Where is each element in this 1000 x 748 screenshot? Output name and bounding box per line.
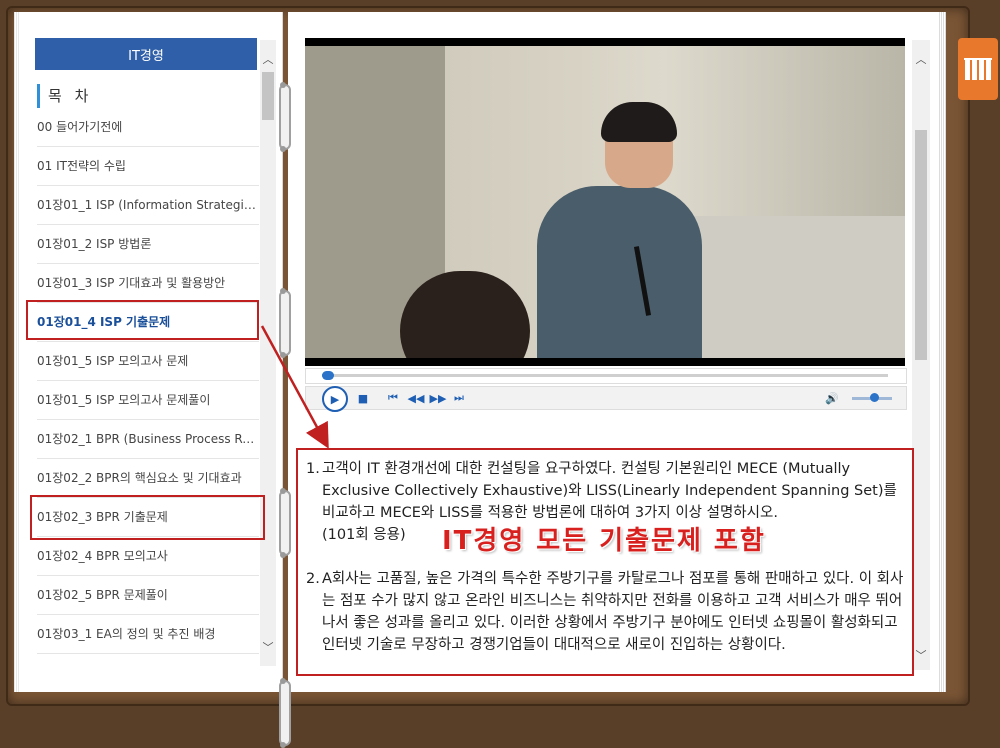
skip-next-icon[interactable]: ⏭ <box>452 389 466 407</box>
binding-ring <box>279 82 291 152</box>
toc-item[interactable]: 01장02_2 BPR의 핵심요소 및 기대효과 <box>37 459 259 498</box>
content-scrollbar[interactable]: ︿ ﹀ <box>912 40 930 670</box>
toc-header[interactable]: IT경영 <box>35 38 257 70</box>
stop-icon[interactable]: ■ <box>356 389 370 407</box>
toc-item[interactable]: 01장01_5 ISP 모의고사 문제풀이 <box>37 381 259 420</box>
fast-forward-icon[interactable]: ▶▶ <box>430 389 447 407</box>
binding-ring <box>279 288 291 358</box>
scroll-up-icon[interactable]: ︿ <box>913 50 929 68</box>
question-item: 2. A회사는 고품질, 높은 가격의 특수한 주방기구를 카탈로그나 점포를 … <box>306 568 906 656</box>
toc-title: 목 차 <box>37 84 92 108</box>
page-edge-right <box>938 12 946 692</box>
highlight-box-isp <box>26 300 259 340</box>
toc-item[interactable]: 01장02_5 BPR 문제풀이 <box>37 576 259 615</box>
scroll-down-icon[interactable]: ﹀ <box>260 638 276 656</box>
question-note-1: (101회 응용) <box>322 527 406 543</box>
video-frame <box>305 46 905 358</box>
question-text-1: 고객이 IT 환경개선에 대한 컨설팅을 요구하였다. 컨설팅 기본원리인 ME… <box>322 461 897 521</box>
toc-item[interactable]: 01장01_5 ISP 모의고사 문제 <box>37 342 259 381</box>
toc-item[interactable]: 00 들어가기전에 <box>37 108 259 147</box>
toc-item[interactable]: 01장03_1 EA의 정의 및 추진 배경 <box>37 615 259 654</box>
lecturer <box>537 186 702 358</box>
video-player[interactable] <box>305 38 905 366</box>
skip-back-icon[interactable]: ⏮ <box>386 389 400 407</box>
question-text: 1. 고객이 IT 환경개선에 대한 컨설팅을 요구하였다. 컨설팅 기본원리인… <box>306 458 906 656</box>
toc-list: 00 들어가기전에 01 IT전략의 수립 01장01_1 ISP (Infor… <box>37 108 259 668</box>
scroll-up-icon[interactable]: ︿ <box>260 50 276 68</box>
highlight-box-bpr <box>30 495 265 540</box>
toc-item[interactable]: 01장02_4 BPR 모의고사 <box>37 537 259 576</box>
binding-ring <box>279 678 291 748</box>
progress-knob[interactable] <box>322 371 334 380</box>
video-progress-bar[interactable] <box>305 368 907 384</box>
rewind-icon[interactable]: ◀◀ <box>408 389 425 407</box>
volume-knob[interactable] <box>870 393 879 402</box>
question-number: 2. <box>306 571 320 587</box>
question-box: 1. 고객이 IT 환경개선에 대한 컨설팅을 요구하였다. 컨설팅 기본원리인… <box>296 448 914 676</box>
scroll-down-icon[interactable]: ﹀ <box>913 646 929 664</box>
library-book-icon[interactable] <box>958 38 998 100</box>
volume-icon[interactable]: 🔊 <box>824 389 840 407</box>
binding-ring <box>279 488 291 558</box>
toc-item[interactable]: 01장01_3 ISP 기대효과 및 활용방안 <box>37 264 259 303</box>
toc-scrollbar[interactable]: ︿ ﹀ <box>260 40 276 666</box>
toc-item[interactable]: 01장01_2 ISP 방법론 <box>37 225 259 264</box>
book-binding <box>279 12 291 748</box>
content-scroll-thumb[interactable] <box>915 130 927 360</box>
toc-item[interactable]: 01 IT전략의 수립 <box>37 147 259 186</box>
play-icon[interactable]: ▶ <box>322 386 348 412</box>
toc-item[interactable]: 01장02_1 BPR (Business Process Reeng... <box>37 420 259 459</box>
question-number: 1. <box>306 461 320 477</box>
overlay-caption: IT경영 모든 기출문제 포함 <box>442 526 766 556</box>
question-body: A회사는 고품질, 높은 가격의 특수한 주방기구를 카탈로그나 점포를 통해 … <box>322 571 904 653</box>
toc-scroll-thumb[interactable] <box>262 72 274 120</box>
toc-item[interactable]: 01장01_1 ISP (Information Strategic Pla..… <box>37 186 259 225</box>
player-controls: ▶ ■ ⏮ ◀◀ ▶▶ ⏭ 🔊 <box>305 386 907 412</box>
